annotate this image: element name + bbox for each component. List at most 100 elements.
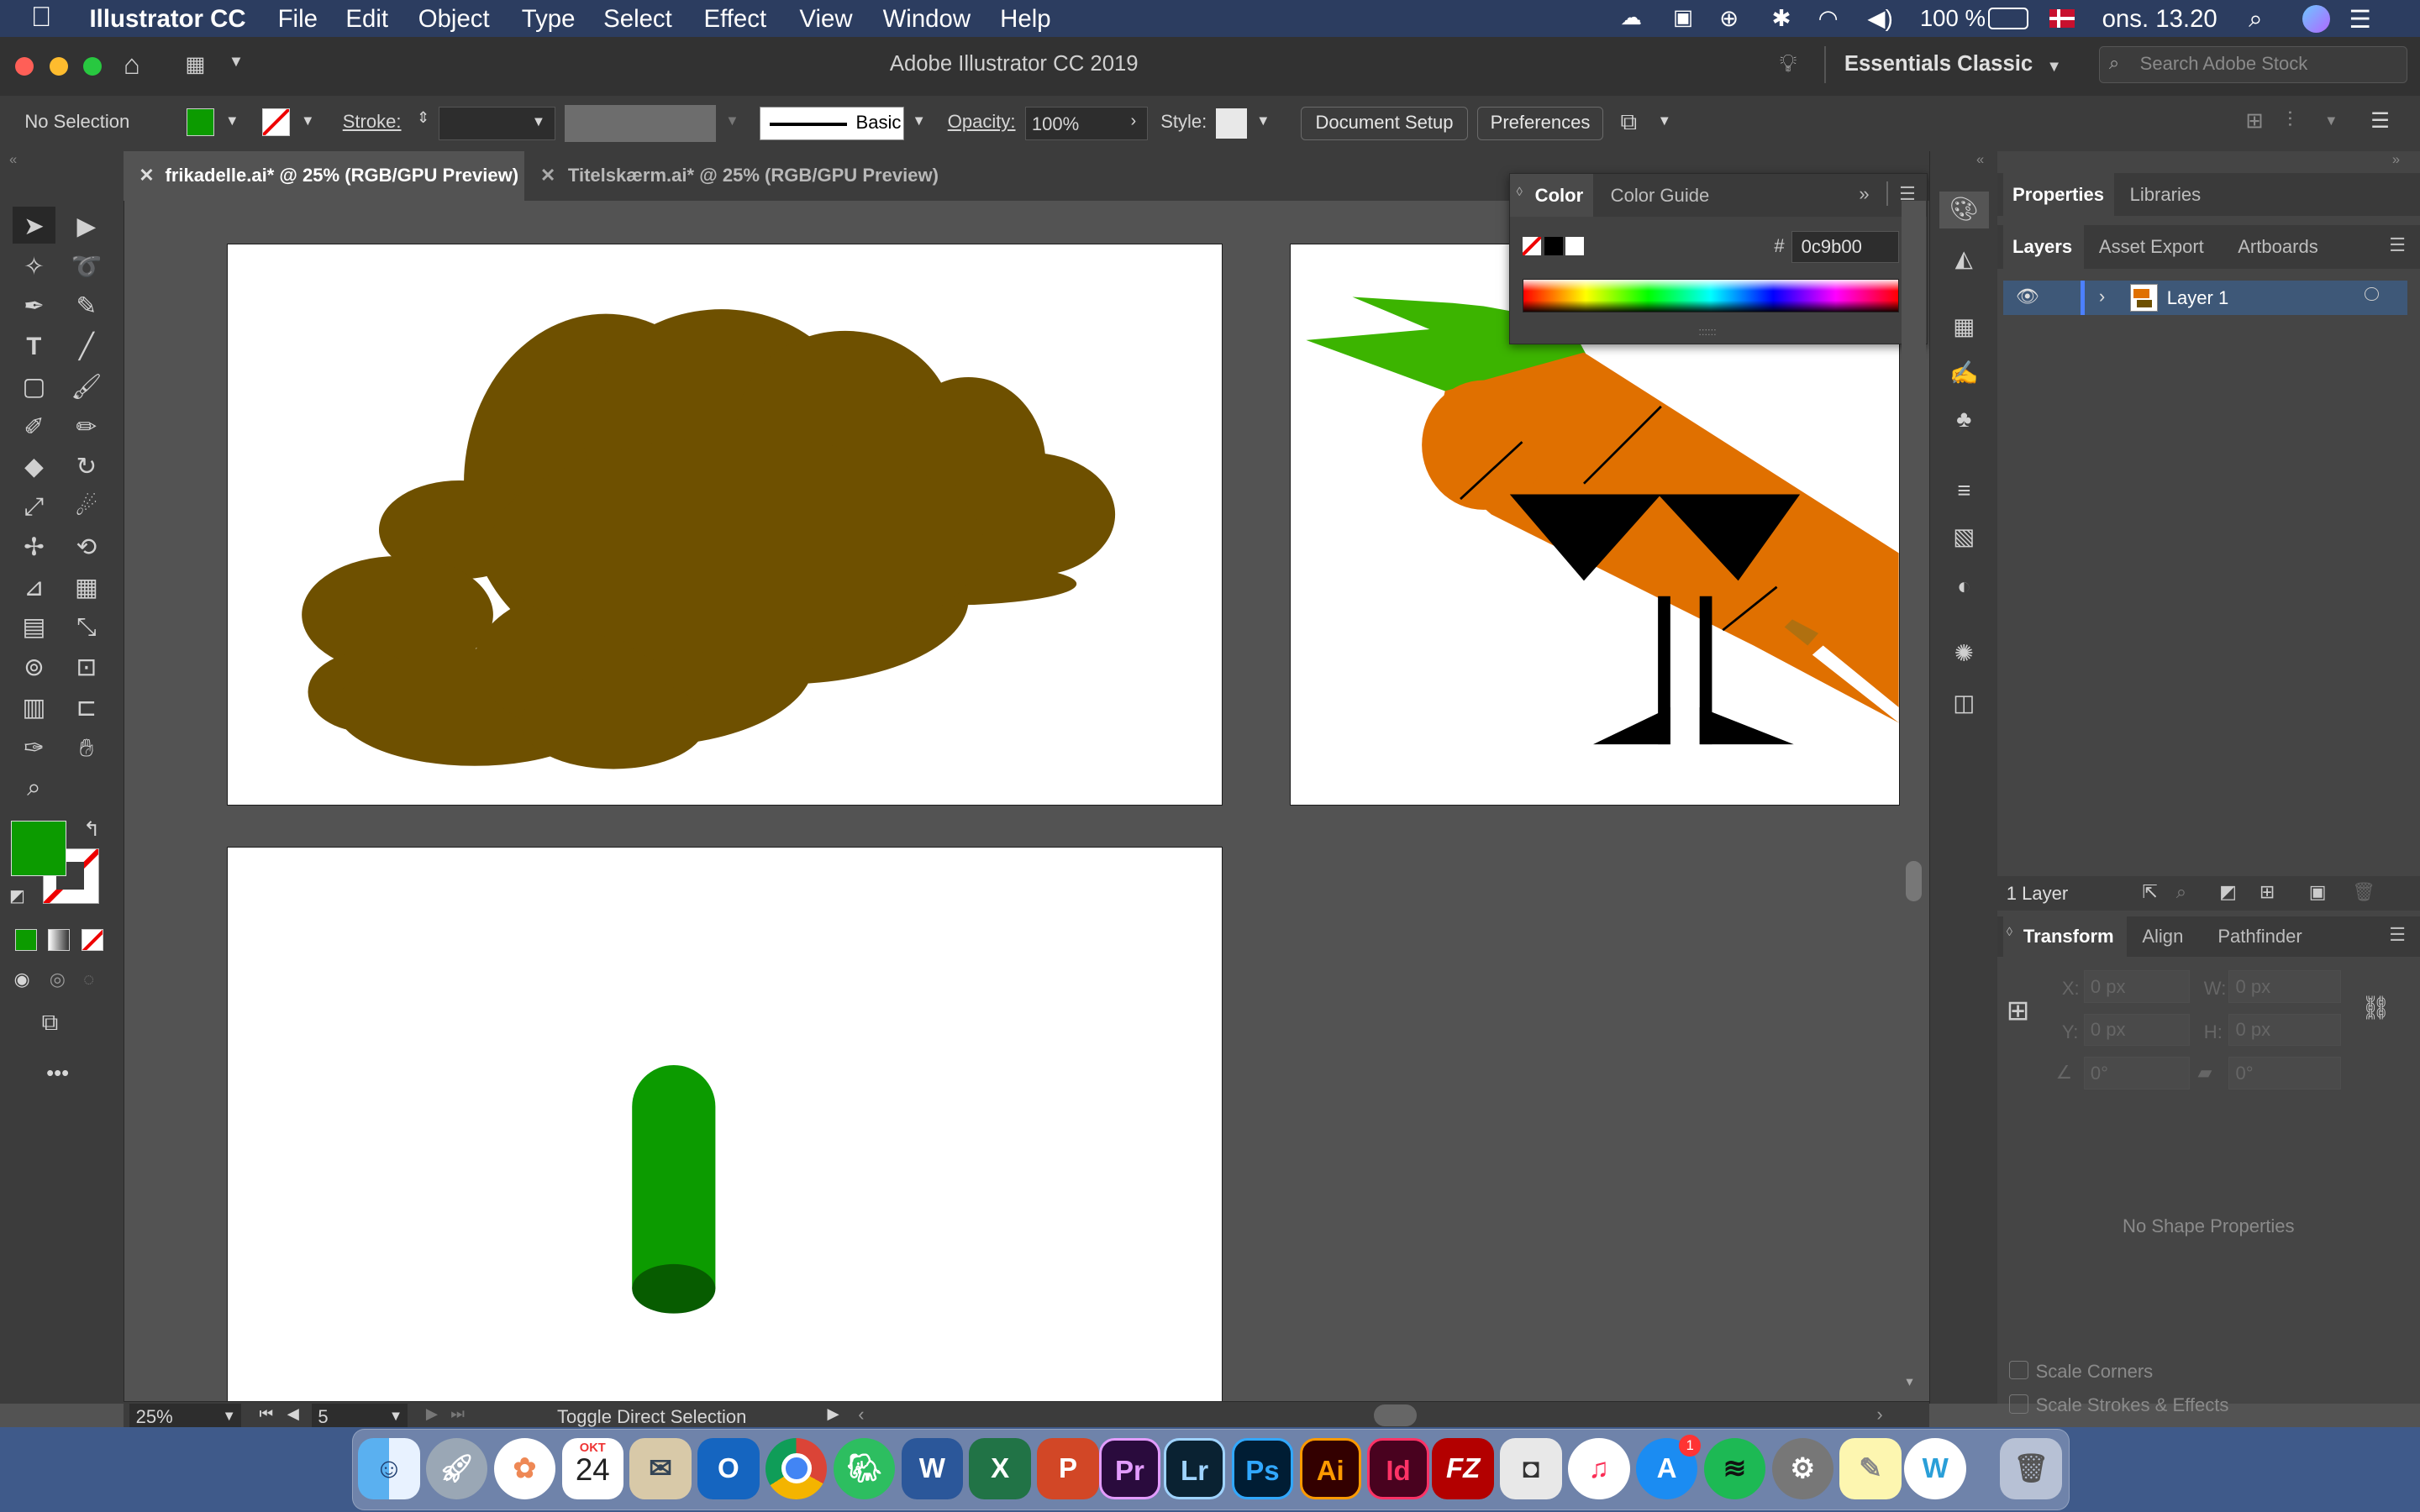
scale-tool-icon[interactable]: ⤢: [15, 491, 52, 524]
lightroom-icon[interactable]: Lr: [1163, 1437, 1226, 1500]
menu-object[interactable]: Object: [418, 5, 490, 34]
launchpad-icon[interactable]: 🚀︎: [425, 1437, 488, 1500]
first-artboard-icon[interactable]: ⏮: [260, 1404, 274, 1423]
clipping-mask-icon[interactable]: ◩: [2219, 881, 2237, 903]
tab-libraries[interactable]: Libraries: [2130, 184, 2202, 206]
hand-tool-icon[interactable]: ✋︎: [68, 732, 105, 765]
chevron-down-icon[interactable]: ▼: [389, 1408, 402, 1425]
powerpoint-icon[interactable]: P: [1037, 1437, 1099, 1500]
opacity-field[interactable]: 100% ›: [1024, 106, 1149, 141]
finder-icon[interactable]: ☺: [358, 1437, 420, 1500]
tab-close-icon[interactable]: ✕: [540, 151, 555, 201]
horizontal-scroll-thumb[interactable]: [1373, 1404, 1418, 1427]
zoom-tool-icon[interactable]: ⌕: [15, 771, 52, 805]
app-menu[interactable]: Illustrator CC: [90, 5, 246, 34]
scroll-left-icon[interactable]: ‹: [858, 1404, 864, 1425]
artboard-number-field[interactable]: 5 ▼: [311, 1403, 408, 1430]
writer-icon[interactable]: W: [1904, 1437, 1966, 1500]
variable-width-profile[interactable]: [565, 104, 717, 142]
remote-desktop-icon[interactable]: ◘: [1500, 1437, 1562, 1500]
notes-icon[interactable]: ✎: [1839, 1437, 1902, 1500]
tab-color[interactable]: Color: [1535, 185, 1584, 207]
clock[interactable]: ons. 13.20: [2102, 5, 2217, 34]
chevron-down-icon[interactable]: ▼: [1658, 113, 1671, 129]
puppet-warp-tool-icon[interactable]: ✢: [15, 531, 52, 564]
reference-point-icon[interactable]: ⊞: [2007, 994, 2030, 1027]
symbols-icon[interactable]: ♣: [1949, 404, 1980, 435]
premiere-icon[interactable]: Pr: [1098, 1437, 1161, 1500]
gradient-mode-icon[interactable]: [47, 928, 70, 951]
expand-layer-chevron-icon[interactable]: ›: [2099, 286, 2105, 307]
draw-normal-icon[interactable]: ◉: [14, 969, 30, 990]
word-icon[interactable]: W: [901, 1437, 964, 1500]
w-field[interactable]: 0 px: [2228, 970, 2342, 1003]
perspective-grid-tool-icon[interactable]: ▦: [68, 571, 105, 605]
status-text[interactable]: Toggle Direct Selection: [557, 1406, 746, 1428]
last-artboard-icon[interactable]: ⏭: [450, 1404, 465, 1423]
export-icon[interactable]: ⇱: [2142, 881, 2157, 903]
spotlight-icon[interactable]: ⌕: [2249, 5, 2262, 34]
vertical-scrollbar[interactable]: ▾: [1901, 200, 1927, 1401]
mail-icon[interactable]: ✉: [629, 1437, 692, 1500]
white-swatch[interactable]: [1565, 237, 1585, 256]
pencil-tool-icon[interactable]: ✏: [68, 411, 105, 444]
swatches-icon[interactable]: ▦: [1949, 312, 1980, 343]
menu-view[interactable]: View: [799, 5, 852, 34]
tab-color-guide[interactable]: Color Guide: [1611, 185, 1710, 207]
type-tool-icon[interactable]: T: [15, 330, 52, 364]
stock-search-field[interactable]: ⌕ Search Adobe Stock: [2098, 46, 2408, 84]
pen-tool-icon[interactable]: ✒: [15, 290, 52, 323]
free-transform-tool-icon[interactable]: ⟲: [68, 531, 105, 564]
menu-type[interactable]: Type: [522, 5, 576, 34]
brushes-icon[interactable]: ✍: [1949, 358, 1980, 389]
calendar-icon[interactable]: OKT 24: [561, 1437, 623, 1500]
color-panel-icon[interactable]: 🎨︎: [1949, 194, 1980, 225]
eyedropper-tool-icon[interactable]: ⤡: [68, 611, 105, 644]
flag-icon[interactable]: [2049, 9, 2075, 29]
apple-icon[interactable]: : [31, 2, 52, 34]
brush-definition[interactable]: Basic: [759, 106, 905, 141]
y-field[interactable]: 0 px: [2083, 1013, 2191, 1047]
lightbulb-icon[interactable]: 💡︎: [1780, 50, 1797, 78]
indesign-icon[interactable]: Id: [1367, 1437, 1429, 1500]
menu-edit[interactable]: Edit: [345, 5, 388, 34]
tab-layers[interactable]: Layers: [2012, 236, 2072, 258]
target-circle-icon[interactable]: [2364, 286, 2379, 302]
swap-colors-icon[interactable]: ↰: [83, 817, 100, 842]
new-layer-icon[interactable]: ▣: [2309, 881, 2327, 903]
line-tool-icon[interactable]: ╱: [68, 330, 105, 364]
battery-icon[interactable]: [1987, 8, 2028, 30]
screen-mode-icon[interactable]: ⧉: [42, 1009, 59, 1037]
spotify-icon[interactable]: ≋: [1703, 1437, 1766, 1500]
none-swatch[interactable]: [1522, 237, 1541, 256]
chevron-down-icon[interactable]: ▼: [222, 1408, 235, 1425]
creative-cloud-icon[interactable]: ☁: [1621, 5, 1643, 30]
graphic-style-swatch[interactable]: [1216, 108, 1248, 139]
fill-color-swatch[interactable]: [187, 108, 215, 136]
artboard-pickle[interactable]: [226, 847, 1223, 1412]
more-tools-icon[interactable]: •••: [46, 1062, 69, 1086]
fill-color-box[interactable]: [10, 821, 66, 877]
notification-center-icon[interactable]: ☰: [2349, 5, 2370, 34]
collapse-icon[interactable]: »: [2392, 151, 2400, 168]
chevron-down-icon[interactable]: ▼: [1256, 113, 1270, 129]
scale-corners-checkbox[interactable]: [2009, 1360, 2028, 1380]
stroke-weight-field[interactable]: ▼: [438, 106, 556, 141]
status-menu-icon[interactable]: ▶: [827, 1404, 839, 1423]
layer-row[interactable]: 👁︎ › Layer 1: [2003, 281, 2408, 315]
slice-tool-icon[interactable]: ✑: [15, 732, 52, 765]
gradient-icon[interactable]: ▧: [1949, 522, 1980, 553]
vertical-scroll-thumb[interactable]: [1906, 860, 1922, 901]
scale-strokes-checkbox[interactable]: [2009, 1394, 2028, 1414]
artboard-tool-icon[interactable]: ⊏: [68, 691, 105, 725]
tab-close-icon[interactable]: ✕: [139, 151, 154, 201]
next-artboard-icon[interactable]: ▶: [426, 1404, 438, 1423]
chevron-down-icon[interactable]: ▼: [225, 113, 239, 129]
locate-object-icon[interactable]: ⌕: [2176, 881, 2186, 903]
zoom-field[interactable]: 25% ▼: [129, 1403, 241, 1430]
chevron-right-icon[interactable]: ›: [1130, 112, 1136, 131]
preferences-button[interactable]: Preferences: [1476, 106, 1604, 141]
chevron-down-icon[interactable]: ▼: [2324, 113, 2338, 129]
menu-help[interactable]: Help: [1000, 5, 1050, 34]
chevron-down-icon[interactable]: ▼: [912, 113, 925, 129]
